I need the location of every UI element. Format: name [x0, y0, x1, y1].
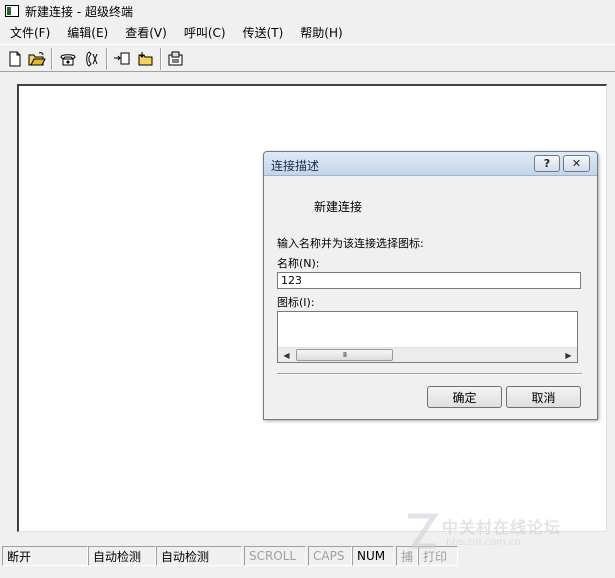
status-bar: 断开 自动检测 自动检测 SCROLL CAPS NUM 捕 打印 [0, 544, 615, 578]
status-caps: CAPS [308, 546, 352, 566]
dialog-title-bar[interactable]: 连接描述 ? ✕ [264, 152, 597, 176]
scroll-thumb-grip: III [342, 351, 347, 359]
icon-label: 图标(I): [277, 296, 315, 309]
phone-icon [60, 54, 76, 66]
status-detect-2: 自动检测 [156, 546, 242, 566]
help-button[interactable]: ? [534, 155, 560, 172]
toolbar-separator [160, 48, 162, 70]
disconnect-button[interactable] [82, 49, 102, 69]
properties-icon [168, 51, 183, 66]
call-button[interactable] [58, 49, 78, 69]
connection-name-display: 新建连接 [314, 200, 363, 214]
cancel-button[interactable]: 取消 [506, 386, 581, 408]
menu-call[interactable]: 呼叫(C) [174, 24, 233, 41]
hang-up-icon [86, 51, 98, 67]
menu-bar: 文件(F) 编辑(E) 查看(V) 呼叫(C) 传送(T) 帮助(H) [0, 22, 615, 42]
icon-list-scrollbar[interactable]: ◀ III ▶ [278, 347, 577, 362]
status-connection: 断开 [2, 546, 88, 566]
menu-view[interactable]: 查看(V) [115, 24, 174, 41]
toolbar-separator [51, 48, 53, 70]
title-bar: 新建连接 - 超级终端 [0, 0, 615, 22]
toolbar [0, 44, 615, 72]
menu-transfer[interactable]: 传送(T) [233, 24, 291, 41]
open-icon [28, 52, 46, 66]
status-capture: 捕 [396, 546, 418, 566]
send-file-button[interactable] [112, 49, 132, 69]
close-icon: ✕ [571, 157, 582, 170]
ok-button[interactable]: 确定 [427, 386, 502, 408]
scroll-left-arrow-icon: ◀ [283, 350, 290, 360]
status-detect-1: 自动检测 [88, 546, 156, 566]
connection-icon [279, 196, 307, 216]
menu-edit[interactable]: 编辑(E) [57, 24, 115, 41]
icon-list[interactable]: ◀ III ▶ [277, 311, 578, 363]
connection-description-dialog: 连接描述 ? ✕ 新建连接 输入名称并为该连接选择图标: 名称(N): 图标(I… [263, 151, 598, 420]
scroll-thumb[interactable]: III [296, 349, 393, 361]
scroll-right-arrow-icon: ▶ [565, 350, 572, 360]
status-scroll: SCROLL [244, 546, 306, 566]
status-num: NUM [352, 546, 394, 566]
send-file-icon [114, 52, 130, 65]
hyperterminal-app-icon [5, 5, 19, 17]
name-prompt-label: 输入名称并为该连接选择图标: [277, 237, 424, 250]
menu-help[interactable]: 帮助(H) [290, 24, 349, 41]
receive-file-button[interactable] [135, 49, 155, 69]
scroll-right-button[interactable]: ▶ [561, 348, 576, 362]
scroll-left-button[interactable]: ◀ [279, 348, 294, 362]
new-icon [9, 51, 21, 67]
help-icon: ? [543, 157, 551, 170]
new-button[interactable] [5, 49, 25, 69]
dialog-title: 连接描述 [271, 159, 320, 173]
open-button[interactable] [27, 49, 47, 69]
toolbar-separator [106, 48, 108, 70]
receive-file-icon [138, 52, 153, 66]
window-title: 新建连接 - 超级终端 [25, 4, 133, 19]
name-label: 名称(N): [277, 257, 320, 270]
status-print: 打印 [418, 546, 458, 566]
dialog-divider [277, 373, 582, 375]
properties-button[interactable] [166, 49, 186, 69]
name-input[interactable] [277, 272, 581, 289]
menu-file[interactable]: 文件(F) [0, 24, 57, 41]
close-button[interactable]: ✕ [563, 155, 590, 172]
